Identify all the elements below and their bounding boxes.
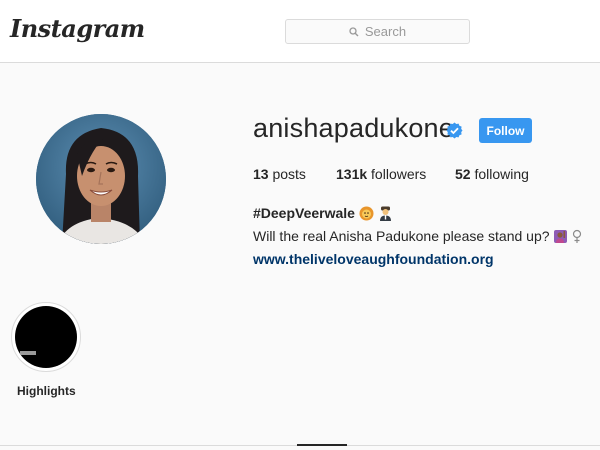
- highlight-cover-tag: [20, 351, 36, 355]
- bio-website-link[interactable]: www.theliveloveaughfoundation.org: [253, 251, 494, 267]
- profile-bio: #DeepVeerwale Will the real Anisha Paduk…: [253, 203, 598, 269]
- search-placeholder: Search: [364, 24, 407, 39]
- highlight-story[interactable]: [11, 302, 81, 372]
- following-label: following: [474, 166, 529, 182]
- posts-label: posts: [272, 166, 306, 182]
- active-tab-indicator[interactable]: [297, 444, 347, 446]
- bio-name-line: #DeepVeerwale: [253, 203, 598, 226]
- verified-badge-icon: [446, 122, 463, 139]
- followers-stat[interactable]: 131k followers: [336, 166, 426, 182]
- bio-hashtag[interactable]: #DeepVeerwale: [253, 205, 355, 221]
- search-icon: [349, 26, 359, 37]
- bio-text-line: Will the real Anisha Padukone please sta…: [253, 226, 598, 249]
- profile-avatar[interactable]: [36, 114, 166, 244]
- following-stat[interactable]: 52 following: [455, 166, 529, 182]
- posts-stat[interactable]: 13 posts: [253, 166, 306, 182]
- lion-emoji-icon: [359, 206, 374, 226]
- bio-text: Will the real Anisha Padukone please sta…: [253, 228, 550, 244]
- woman-raising-hand-emoji-icon: [553, 229, 568, 249]
- search-input[interactable]: Search: [285, 19, 470, 44]
- followers-count: 131k: [336, 166, 368, 182]
- posts-count: 13: [253, 166, 269, 182]
- top-navigation-bar: Instagram Search: [0, 0, 600, 63]
- instagram-logo[interactable]: Instagram: [10, 14, 145, 43]
- follow-button[interactable]: Follow: [479, 118, 532, 143]
- profile-username: anishapadukone: [253, 113, 454, 143]
- person-emoji-icon: [378, 206, 393, 226]
- female-sign-icon: [572, 229, 582, 249]
- highlight-label: Highlights: [17, 384, 76, 398]
- bio-link-line: www.theliveloveaughfoundation.org: [253, 249, 598, 269]
- highlight-cover: [15, 306, 77, 368]
- following-count: 52: [455, 166, 471, 182]
- followers-label: followers: [371, 166, 427, 182]
